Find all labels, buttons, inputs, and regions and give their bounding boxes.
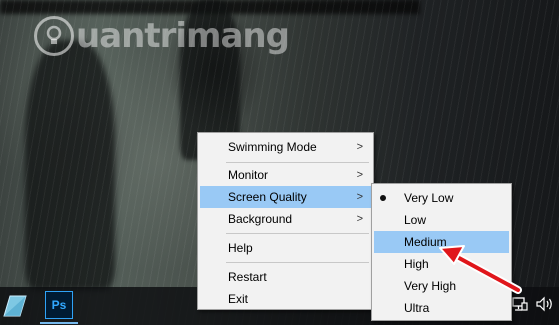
menu-item-screen-quality[interactable]: Screen Quality > (200, 186, 371, 208)
submenu-item-low[interactable]: Low (374, 209, 509, 231)
aquarium-app-icon[interactable] (0, 292, 28, 320)
volume-icon[interactable] (536, 296, 554, 312)
watermark-text: uantrimang (76, 16, 290, 56)
chevron-right-icon: > (356, 141, 363, 153)
chevron-right-icon: > (356, 191, 363, 203)
active-app-indicator (40, 322, 78, 324)
menu-separator (226, 262, 369, 263)
lightbulb-icon (34, 16, 74, 56)
watermark-logo: uantrimang (34, 14, 290, 58)
menu-item-label: Restart (228, 270, 267, 284)
menu-item-label: Background (228, 212, 293, 226)
menu-item-restart[interactable]: Restart (200, 266, 371, 288)
radio-selected-icon (380, 195, 386, 201)
menu-item-monitor[interactable]: Monitor > (200, 164, 371, 186)
red-arrow-annotation-icon (439, 245, 522, 294)
photoshop-icon[interactable]: Ps (45, 291, 73, 319)
menu-item-exit[interactable]: Exit (200, 288, 371, 310)
menu-item-help[interactable]: Help (200, 237, 371, 259)
chevron-right-icon: > (356, 213, 363, 225)
menu-item-label: Monitor (228, 168, 269, 182)
menu-item-swimming-mode[interactable]: Swimming Mode > (200, 136, 371, 158)
chevron-right-icon: > (356, 169, 363, 181)
submenu-item-label: High (404, 257, 429, 271)
menu-separator (226, 162, 369, 163)
menu-item-label: Swimming Mode (228, 140, 317, 154)
context-menu: Swimming Mode > Monitor > Screen Quality… (197, 132, 374, 310)
menu-item-background[interactable]: Background > (200, 208, 371, 230)
submenu-item-label: Ultra (404, 301, 430, 315)
menu-item-label: Screen Quality (228, 190, 307, 204)
menu-item-label: Exit (228, 292, 249, 306)
submenu-item-label: Low (404, 213, 427, 227)
menu-separator (226, 233, 369, 234)
submenu-item-very-low[interactable]: Very Low (374, 187, 509, 209)
menu-item-label: Help (228, 241, 253, 255)
submenu-item-ultra[interactable]: Ultra (374, 297, 509, 319)
submenu-item-label: Very Low (404, 191, 454, 205)
